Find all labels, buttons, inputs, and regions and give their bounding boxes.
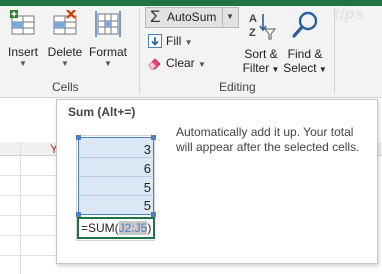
insert-button[interactable]: Insert ▼ bbox=[4, 10, 42, 69]
example-value: 3 bbox=[143, 142, 151, 157]
delete-cells-icon bbox=[45, 9, 85, 41]
formula-range: J2:J5 bbox=[118, 221, 148, 235]
grid-line bbox=[0, 235, 60, 236]
grid-line bbox=[0, 215, 60, 216]
insert-cells-icon bbox=[4, 10, 42, 41]
format-label: Format bbox=[88, 45, 127, 59]
autosum-split-divider bbox=[222, 8, 223, 27]
fill-label: Fill bbox=[166, 34, 182, 48]
sigma-icon: Σ bbox=[150, 7, 161, 26]
clear-chevron-down-icon: ▼ bbox=[198, 60, 206, 69]
tooltip-title: Sum (Alt+=) bbox=[68, 105, 136, 119]
tooltip-description: Automatically add it up. Your total will… bbox=[176, 125, 360, 154]
selection-handle bbox=[76, 135, 81, 140]
clear-button[interactable]: Clear ▼ bbox=[146, 53, 206, 73]
svg-text:A: A bbox=[249, 13, 257, 25]
sort-filter-label-line2: Filter ▼ bbox=[242, 61, 280, 75]
autosum-label: AutoSum bbox=[167, 10, 217, 24]
find-select-chevron-down-icon: ▼ bbox=[316, 65, 327, 74]
example-value: 5 bbox=[143, 180, 151, 195]
format-button[interactable]: Format ▼ bbox=[87, 10, 129, 69]
example-value: 5 bbox=[143, 198, 151, 213]
format-cells-icon bbox=[87, 10, 129, 41]
example-formula-cell: =SUM(J2:J5) bbox=[77, 217, 155, 239]
fill-down-icon bbox=[148, 34, 162, 54]
autosum-chevron-down-icon[interactable]: ▼ bbox=[226, 12, 234, 21]
eraser-icon bbox=[148, 56, 162, 76]
find-select-button[interactable]: Find & Select ▼ bbox=[283, 10, 327, 77]
sort-filter-chevron-down-icon: ▼ bbox=[269, 65, 280, 74]
delete-button[interactable]: Delete ▼ bbox=[45, 9, 85, 69]
find-select-label-line2: Select ▼ bbox=[283, 61, 327, 75]
grid-line bbox=[0, 255, 60, 256]
ribbon-accent-bar bbox=[0, 0, 382, 6]
find-select-label-line1: Find & bbox=[287, 47, 323, 61]
grid-line bbox=[79, 195, 155, 196]
fill-button[interactable]: Fill ▼ bbox=[146, 31, 193, 51]
selection-handle bbox=[151, 135, 156, 140]
cells-group-label: Cells bbox=[52, 80, 79, 94]
formula-suffix: ) bbox=[147, 221, 152, 235]
watermark-logo: tips bbox=[334, 6, 365, 23]
sort-filter-button[interactable]: A Z Sort & Filter ▼ bbox=[239, 10, 283, 77]
example-value: 6 bbox=[143, 161, 151, 176]
format-chevron-down-icon: ▼ bbox=[104, 59, 112, 68]
grid-line bbox=[0, 175, 60, 176]
editing-group-label: Editing bbox=[219, 80, 256, 94]
insert-chevron-down-icon: ▼ bbox=[19, 59, 27, 68]
magnifier-icon bbox=[283, 10, 327, 43]
group-separator bbox=[139, 8, 140, 94]
tooltip-example-grid: 3 6 5 5 =SUM(J2:J5) bbox=[76, 135, 156, 241]
grid-line bbox=[79, 157, 155, 158]
clear-label: Clear bbox=[166, 56, 195, 70]
autosum-tooltip: Sum (Alt+=) Automatically add it up. You… bbox=[56, 99, 378, 264]
insert-label: Insert bbox=[7, 45, 38, 59]
ribbon: Insert ▼ Delete ▼ Format ▼ Cells Σ AutoS… bbox=[0, 0, 382, 98]
fill-chevron-down-icon: ▼ bbox=[184, 38, 193, 47]
autosum-button[interactable]: Σ AutoSum ▼ bbox=[145, 7, 239, 28]
sort-filter-icon: A Z bbox=[239, 10, 283, 43]
delete-label: Delete bbox=[47, 45, 83, 59]
grid-line bbox=[79, 176, 155, 177]
delete-chevron-down-icon: ▼ bbox=[61, 59, 69, 68]
sort-filter-label-line1: Sort & bbox=[244, 47, 278, 61]
formula-prefix: =SUM( bbox=[81, 221, 119, 235]
grid-line bbox=[0, 195, 60, 196]
example-selected-range: 3 6 5 5 bbox=[78, 137, 155, 215]
svg-text:Z: Z bbox=[249, 27, 256, 39]
